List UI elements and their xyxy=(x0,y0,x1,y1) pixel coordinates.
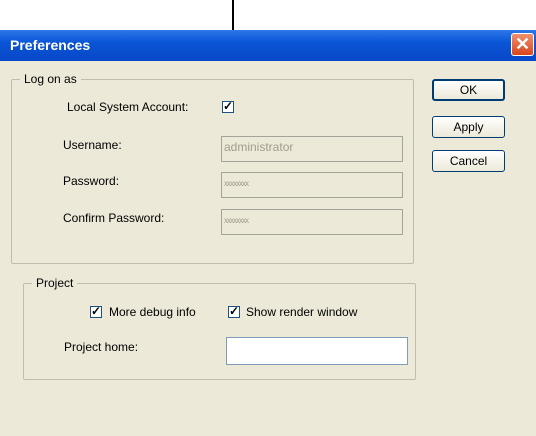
preferences-dialog: Preferences ✕ Log on as Local System Acc… xyxy=(0,30,536,436)
window-title: Preferences xyxy=(10,37,91,53)
debug-label: More debug info xyxy=(109,305,196,319)
project-group: Project xyxy=(23,276,416,380)
render-label: Show render window xyxy=(246,305,358,319)
confirm-password-field[interactable]: xxxxxxxx xyxy=(221,209,403,235)
local-system-checkbox[interactable]: ✓ xyxy=(222,99,234,113)
cancel-button[interactable]: Cancel xyxy=(432,150,505,172)
confirm-password-label: Confirm Password: xyxy=(63,211,165,225)
password-field[interactable]: xxxxxxxx xyxy=(221,172,403,198)
checkmark-icon: ✓ xyxy=(91,304,102,318)
logon-legend: Log on as xyxy=(20,72,81,86)
render-checkbox[interactable]: ✓ xyxy=(228,304,240,318)
username-label: Username: xyxy=(63,138,122,152)
apply-button[interactable]: Apply xyxy=(432,116,505,138)
local-system-label: Local System Account: xyxy=(67,100,189,114)
project-home-label: Project home: xyxy=(64,340,139,354)
checkmark-icon: ✓ xyxy=(223,99,234,113)
project-legend: Project xyxy=(32,276,78,290)
close-icon: ✕ xyxy=(514,34,531,54)
close-button[interactable]: ✕ xyxy=(511,33,534,56)
project-home-input[interactable] xyxy=(226,337,408,365)
ok-button[interactable]: OK xyxy=(432,79,505,101)
username-field[interactable]: administrator xyxy=(221,136,403,162)
password-label: Password: xyxy=(63,174,120,188)
debug-checkbox[interactable]: ✓ xyxy=(90,304,102,318)
checkmark-icon: ✓ xyxy=(229,304,240,318)
title-bar[interactable]: Preferences ✕ xyxy=(0,30,536,61)
